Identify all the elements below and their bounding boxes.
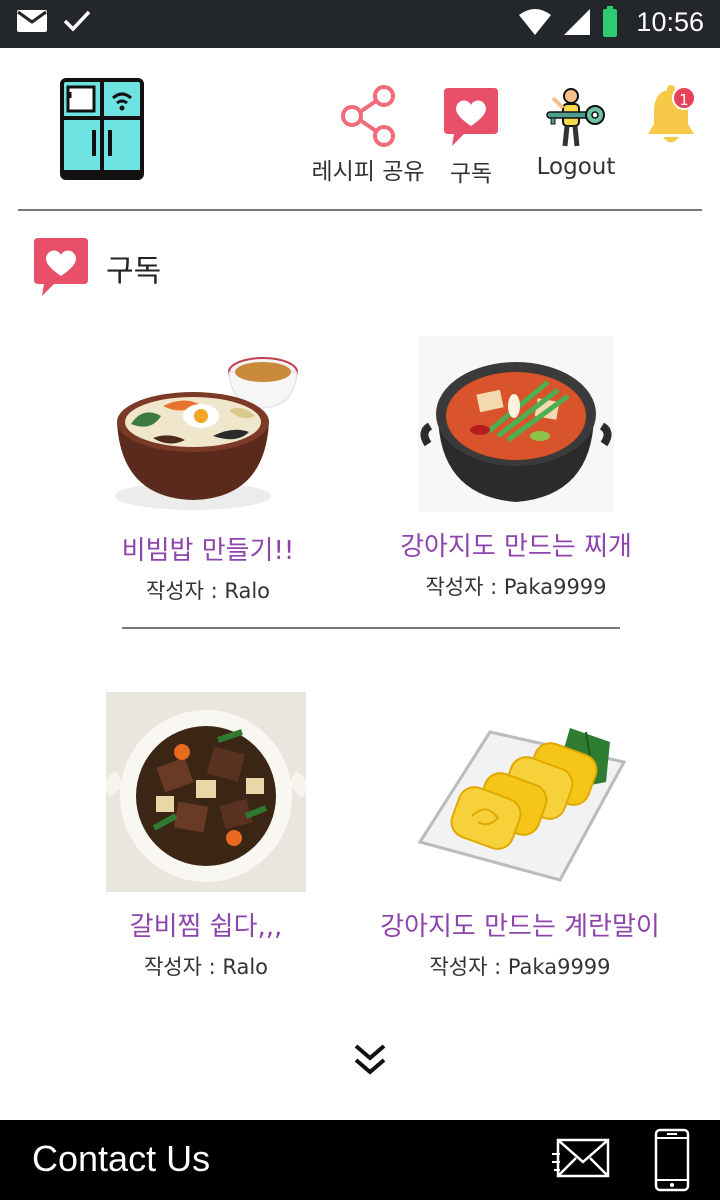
envelope-icon[interactable] (552, 1136, 610, 1182)
section-title: 구독 (106, 254, 162, 289)
signal-icon (564, 9, 591, 35)
smart-fridge-logo-icon[interactable] (58, 78, 146, 182)
header-divider (18, 209, 702, 211)
check-icon (63, 10, 91, 32)
recipe-author: 작성자 : Paka9999 (429, 955, 611, 979)
bibimbap-image (115, 357, 298, 510)
nav-subscribe-label: 구독 (449, 161, 493, 187)
nav-subscribe[interactable]: 구독 (438, 86, 504, 188)
footer-bar: Contact Us (0, 1120, 720, 1200)
notifications-button[interactable]: 1 (640, 84, 702, 154)
row-divider (122, 627, 620, 629)
galbijjim-image (106, 692, 306, 892)
phone-icon[interactable] (654, 1128, 690, 1192)
share-icon (341, 85, 395, 147)
recipe-author: 작성자 : Ralo (143, 955, 269, 979)
wifi-icon (519, 9, 552, 35)
recipe-title[interactable]: 강아지도 만드는 계란말이 (362, 906, 678, 943)
recipe-title[interactable]: 강아지도 만드는 찌개 (376, 526, 656, 563)
app-header: 레시피 공유 구독 Logout 1 (0, 48, 720, 211)
recipe-author: 작성자 : Ralo (145, 579, 271, 603)
nav-logout-label: Logout (536, 154, 616, 180)
footer-title: Contact Us (32, 1138, 211, 1179)
recipe-card[interactable]: 강아지도 만드는 찌개 작성자 : Paka9999 (376, 336, 656, 601)
person-key-icon (546, 88, 605, 147)
battery-icon (603, 6, 618, 37)
recipe-author: 작성자 : Paka9999 (425, 575, 607, 599)
gyeranmari-image (417, 728, 627, 882)
status-time: 10:56 (636, 6, 704, 37)
nav-logout[interactable]: Logout (528, 86, 624, 180)
heart-chat-icon (34, 238, 88, 296)
recipe-card[interactable]: 갈비찜 쉽다,,, 작성자 : Ralo (98, 692, 314, 981)
double-chevron-down-icon[interactable] (350, 1040, 390, 1080)
recipe-title[interactable]: 비빔밥 만들기!! (100, 530, 316, 567)
recipe-card[interactable]: 비빔밥 만들기!! 작성자 : Ralo (100, 336, 316, 605)
mail-notification-icon (17, 10, 47, 32)
jjigae-image (418, 336, 614, 512)
notification-badge: 1 (672, 86, 696, 110)
nav-share-recipe[interactable]: 레시피 공유 (306, 84, 430, 186)
heart-chat-icon (444, 88, 498, 146)
recipe-card[interactable]: 강아지도 만드는 계란말이 작성자 : Paka9999 (362, 692, 678, 981)
recipe-title[interactable]: 갈비찜 쉽다,,, (98, 906, 314, 943)
section-header: 구독 (30, 236, 161, 300)
nav-share-label: 레시피 공유 (311, 159, 425, 185)
status-bar: 10:56 (0, 0, 720, 48)
